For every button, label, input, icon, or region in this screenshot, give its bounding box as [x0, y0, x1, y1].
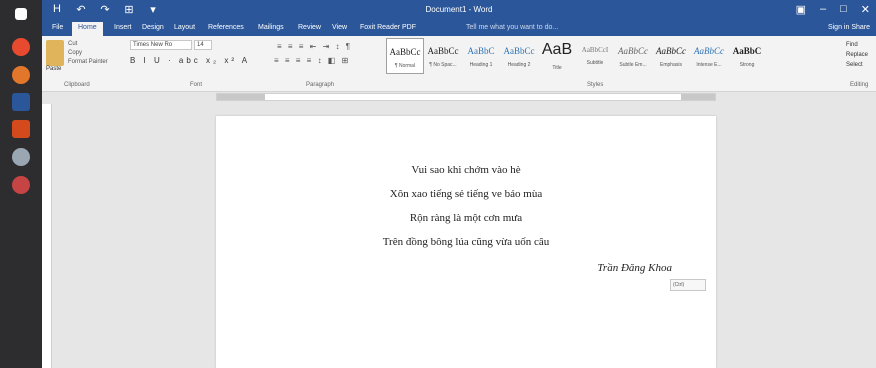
- window-controls: ▣ – □ ✕: [796, 3, 870, 16]
- ribbon-home: Paste Cut Copy Format Painter Clipboard …: [42, 36, 876, 92]
- poem-line: Rộn ràng là một cơn mưa: [409, 212, 523, 224]
- style-strong[interactable]: AaBbC Strong: [728, 38, 766, 74]
- style-intense-emphasis[interactable]: AaBbCc Intense E...: [690, 38, 728, 74]
- paste-button[interactable]: Paste: [46, 66, 61, 72]
- minimize-icon[interactable]: –: [820, 3, 826, 16]
- sign-in-link[interactable]: Sign in Share: [828, 24, 870, 31]
- sign-in-label: Sign in: [827, 24, 850, 31]
- paragraph-row-2[interactable]: ≡ ≡ ≡ ≡ ↕ ◧ ⊞: [274, 56, 350, 65]
- windows-start-icon[interactable]: [15, 8, 27, 20]
- clipboard-commands: Cut Copy Format Painter: [68, 40, 108, 67]
- style-name: Subtitle: [586, 60, 604, 66]
- tab-layout[interactable]: Layout: [174, 24, 195, 31]
- replace-button[interactable]: Replace: [846, 50, 868, 60]
- word-app-icon[interactable]: [12, 93, 30, 111]
- title-bar: H ↶ ↷ ⊞ ▾ Document1 - Word ▣ – □ ✕: [42, 0, 876, 20]
- style-no-spacing[interactable]: AaBbCc ¶ No Spac...: [424, 38, 462, 74]
- style-normal[interactable]: AaBbCc ¶ Normal: [386, 38, 424, 74]
- style-sample: AaBbCc: [656, 46, 686, 56]
- tab-references[interactable]: References: [208, 24, 244, 31]
- find-button[interactable]: Find: [846, 40, 868, 50]
- font-format-buttons[interactable]: B I U · abc x₂ x² A: [130, 56, 250, 65]
- word-window: H ↶ ↷ ⊞ ▾ Document1 - Word ▣ – □ ✕ File …: [0, 0, 876, 368]
- poem-body: Vui sao khi chớm vào hè Xôn xao tiếng sẻ…: [216, 158, 716, 254]
- style-emphasis[interactable]: AaBbCc Emphasis: [652, 38, 690, 74]
- style-sample: AaB: [541, 41, 573, 58]
- clipboard-group-label: Clipboard: [64, 82, 90, 88]
- style-sample: AaBbCc: [389, 47, 421, 57]
- style-name: Heading 1: [469, 62, 493, 68]
- format-painter-button[interactable]: Format Painter: [68, 58, 108, 67]
- tab-design[interactable]: Design: [142, 24, 164, 31]
- tab-foxit-pdf[interactable]: Foxit Reader PDF: [360, 24, 416, 31]
- pen-app-icon[interactable]: [12, 176, 30, 194]
- chrome-icon[interactable]: [12, 38, 30, 56]
- ruler-left-margin: [217, 94, 265, 100]
- tab-insert[interactable]: Insert: [114, 24, 132, 31]
- styles-gallery: AaBbCc ¶ Normal AaBbCc ¶ No Spac... AaBbC H…: [386, 38, 804, 78]
- style-sample: AaBbCc: [503, 46, 535, 56]
- tab-view[interactable]: View: [332, 24, 347, 31]
- paragraph-group-label: Paragraph: [306, 82, 335, 88]
- tab-home[interactable]: Home: [72, 22, 103, 36]
- tab-file[interactable]: File: [52, 24, 63, 31]
- document-page[interactable]: Vui sao khi chớm vào hè Xôn xao tiếng sẻ…: [216, 116, 716, 368]
- browser-icon[interactable]: [12, 66, 30, 84]
- share-label: Share: [851, 24, 870, 31]
- document-title: Document1 - Word: [425, 5, 493, 14]
- styles-group-label: Styles: [587, 82, 604, 88]
- style-name: Title: [552, 65, 562, 71]
- style-subtitle[interactable]: AaBbCcI Subtitle: [576, 38, 614, 74]
- font-group-label: Font: [190, 82, 203, 88]
- poem-author: Trần Đăng Khoa: [597, 262, 672, 274]
- style-name: Emphasis: [660, 62, 682, 68]
- style-name: ¶ Normal: [394, 63, 416, 69]
- paste-icon[interactable]: [46, 40, 64, 66]
- font-family-select[interactable]: Times New Ro: [130, 40, 192, 50]
- style-sample: AaBbC: [732, 46, 762, 56]
- os-taskbar: [0, 0, 42, 368]
- tab-review[interactable]: Review: [298, 24, 321, 31]
- style-sample: AaBbCc: [694, 46, 724, 56]
- paste-options-button[interactable]: (Ctrl): [670, 279, 706, 291]
- poem-line: Trên đồng bông lúa cũng vừa uốn câu: [382, 236, 550, 248]
- style-heading-1[interactable]: AaBbC Heading 1: [462, 38, 500, 74]
- paragraph-row-1[interactable]: ≡ ≡ ≡ ⇤ ⇥ ↕ ¶: [277, 42, 352, 51]
- style-name: ¶ No Spac...: [429, 62, 457, 68]
- vertical-ruler[interactable]: [42, 104, 52, 368]
- style-sample: AaBbCc: [618, 46, 648, 56]
- editing-group: Find Replace Select: [846, 40, 868, 70]
- ribbon-tabs: File Home Insert Design Layout Reference…: [42, 20, 876, 36]
- office-app-icon[interactable]: [12, 120, 30, 138]
- style-name: Strong: [739, 62, 755, 68]
- select-button[interactable]: Select: [846, 60, 868, 70]
- ruler-right-margin: [681, 94, 715, 100]
- style-name: Subtle Em...: [619, 62, 647, 68]
- style-sample: AaBbCcI: [581, 46, 609, 54]
- copy-button[interactable]: Copy: [68, 49, 108, 58]
- poem-line: Xôn xao tiếng sẻ tiếng ve báo mùa: [389, 188, 543, 200]
- style-title[interactable]: AaB Title: [538, 38, 576, 74]
- style-name: Intense E...: [696, 62, 722, 68]
- close-icon[interactable]: ✕: [861, 3, 870, 16]
- tell-me-search[interactable]: Tell me what you want to do...: [466, 24, 558, 31]
- maximize-icon[interactable]: □: [840, 3, 847, 16]
- style-heading-2[interactable]: AaBbCc Heading 2: [500, 38, 538, 74]
- style-sample: AaBbC: [467, 46, 495, 56]
- editing-group-label: Editing: [850, 82, 869, 88]
- tool-app-icon[interactable]: [12, 148, 30, 166]
- ribbon-display-icon[interactable]: ▣: [796, 3, 806, 16]
- style-sample: AaBbCc: [427, 46, 459, 56]
- style-subtle-emphasis[interactable]: AaBbCc Subtle Em...: [614, 38, 652, 74]
- tab-mailings[interactable]: Mailings: [258, 24, 284, 31]
- poem-line: Vui sao khi chớm vào hè: [411, 164, 521, 176]
- font-size-select[interactable]: 14: [194, 40, 212, 50]
- horizontal-ruler[interactable]: [216, 93, 716, 101]
- style-name: Heading 2: [507, 62, 531, 68]
- cut-button[interactable]: Cut: [68, 40, 108, 49]
